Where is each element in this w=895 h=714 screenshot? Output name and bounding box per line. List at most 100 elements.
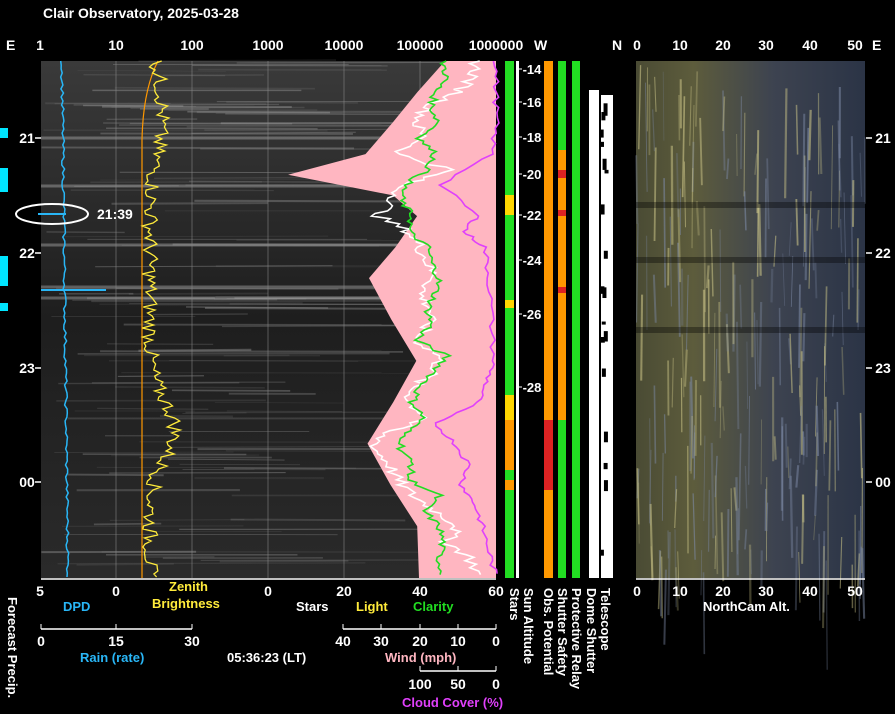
rain-tick: 0	[37, 633, 45, 649]
sun-altitude-label: -24	[523, 253, 543, 268]
strip-label: Obs. Potential	[541, 588, 556, 675]
northcam-streak	[653, 385, 657, 464]
strip-gap	[601, 368, 606, 377]
northcam-streak	[739, 284, 743, 329]
northcam-xlabel: NorthCam Alt.	[703, 599, 790, 614]
dpd-tick: 0	[112, 583, 120, 599]
northcam-streak	[815, 405, 820, 457]
rain-tick: 15	[108, 633, 124, 649]
sun-altitude-ticks: -14 -16 -18 -20 -22 -24 -26 -28	[518, 62, 542, 395]
sun-altitude-label: -26	[523, 307, 542, 322]
top-axis-left-label: E	[6, 37, 15, 53]
northcam-streak	[828, 420, 832, 491]
sky-streak	[107, 343, 214, 345]
dome-shutter-strip	[589, 90, 599, 578]
northcam-streak	[794, 526, 798, 611]
northcam-bottom-tick: 20	[715, 583, 731, 599]
northcam-top-tick: 20	[715, 37, 731, 53]
strip-labels: Stars Sun Altitude Obs. Potential Shutter S…	[507, 588, 613, 690]
clarity-legend: Clarity	[413, 599, 454, 614]
sky-streak	[103, 122, 293, 125]
strip-gap	[603, 480, 608, 492]
sky-streak	[76, 562, 174, 566]
shutter-safety-strip-segment	[558, 150, 566, 420]
wind-tick: 20	[412, 633, 428, 649]
sun-altitude-label: -14	[523, 62, 543, 77]
northcam-bottom-tick: 10	[672, 583, 688, 599]
northcam-streak	[802, 313, 806, 362]
northcam-streak	[802, 436, 806, 465]
northcam-streak	[718, 301, 721, 408]
strip-label: Shutter Safety	[555, 588, 570, 677]
northcam-streak	[758, 204, 762, 276]
wind-tick: 30	[373, 633, 389, 649]
northcam-streak	[661, 452, 664, 521]
status-strips	[505, 61, 613, 578]
sun-altitude-label: -16	[523, 95, 542, 110]
northcam-streak	[773, 436, 777, 460]
strip-label: Stars	[507, 588, 522, 621]
sun-altitude-label: -22	[523, 208, 542, 223]
wind-label: Wind (mph)	[385, 650, 456, 665]
left-time-ticks: 21 22 23 00	[19, 130, 41, 490]
northcam-left-label: N	[612, 37, 622, 53]
sky-streak	[123, 323, 425, 327]
sun-altitude-label: -20	[523, 167, 542, 182]
stars-strip	[505, 61, 514, 578]
sky-streak	[41, 146, 355, 150]
forecast-precip-bar	[0, 168, 8, 192]
northcam-top-tick: 50	[847, 37, 863, 53]
northcam-streak	[663, 569, 667, 645]
northcam-top-tick: 30	[758, 37, 774, 53]
northcam-streak	[707, 489, 710, 552]
northcam-top-tick: 40	[802, 37, 818, 53]
strip-gap	[603, 250, 608, 259]
sun-altitude-label: -18	[523, 130, 542, 145]
sky-streak	[138, 59, 336, 62]
northcam-streak	[806, 127, 810, 203]
strip-gap	[603, 462, 608, 470]
sky-streak	[115, 386, 265, 389]
northcam-right-label: E	[872, 37, 881, 53]
sky-streak	[128, 292, 269, 295]
sky-chart: Clair Observatory, 2025-03-28 E 1 10 100 10…	[0, 5, 891, 710]
sky-streak	[219, 560, 349, 563]
strip-gap	[600, 286, 605, 294]
forecast-precip-bar	[0, 303, 8, 311]
strip-label: Dome Shutter	[584, 588, 599, 673]
northcam-streak	[758, 301, 763, 387]
northcam-streak	[789, 475, 794, 558]
northcam-streak	[756, 207, 760, 277]
shutter-safety-strip-segment	[558, 287, 566, 293]
top-tick-label: 1000000	[469, 37, 524, 53]
shutter-safety-strip-segment	[558, 170, 566, 178]
northcam-top-tick: 0	[633, 37, 641, 53]
sky-streak	[106, 127, 318, 130]
top-tick-label: 1000	[252, 37, 283, 53]
northcam-streak	[857, 289, 860, 330]
northcam-bottom-tick: 50	[847, 583, 863, 599]
wind-tick: 40	[335, 633, 351, 649]
right-time-label: 00	[875, 474, 891, 490]
strip-gap	[600, 204, 605, 215]
northcam-streak	[825, 560, 828, 670]
northcam-streak	[735, 477, 739, 576]
sky-streak	[57, 562, 366, 565]
northcam-streak	[756, 130, 760, 214]
stars-strip-segment	[505, 420, 514, 470]
strip-gap	[604, 169, 609, 174]
top-axis-right-label: W	[534, 37, 548, 53]
strip-gap	[599, 129, 604, 138]
northcam-streak	[804, 213, 808, 281]
stars-strip-segment	[505, 480, 514, 490]
protective-relay-strip-segment	[572, 61, 580, 578]
northcam-streak	[726, 509, 730, 577]
light-legend: Light	[356, 599, 388, 614]
northcam-streak	[719, 229, 722, 312]
stars-tick: 60	[488, 583, 504, 599]
right-time-label: 23	[875, 360, 891, 376]
sun-altitude-strip	[516, 61, 519, 578]
cloud-tick: 50	[450, 676, 466, 692]
cloud-tick: 0	[492, 676, 500, 692]
northcam-streak	[743, 112, 746, 197]
